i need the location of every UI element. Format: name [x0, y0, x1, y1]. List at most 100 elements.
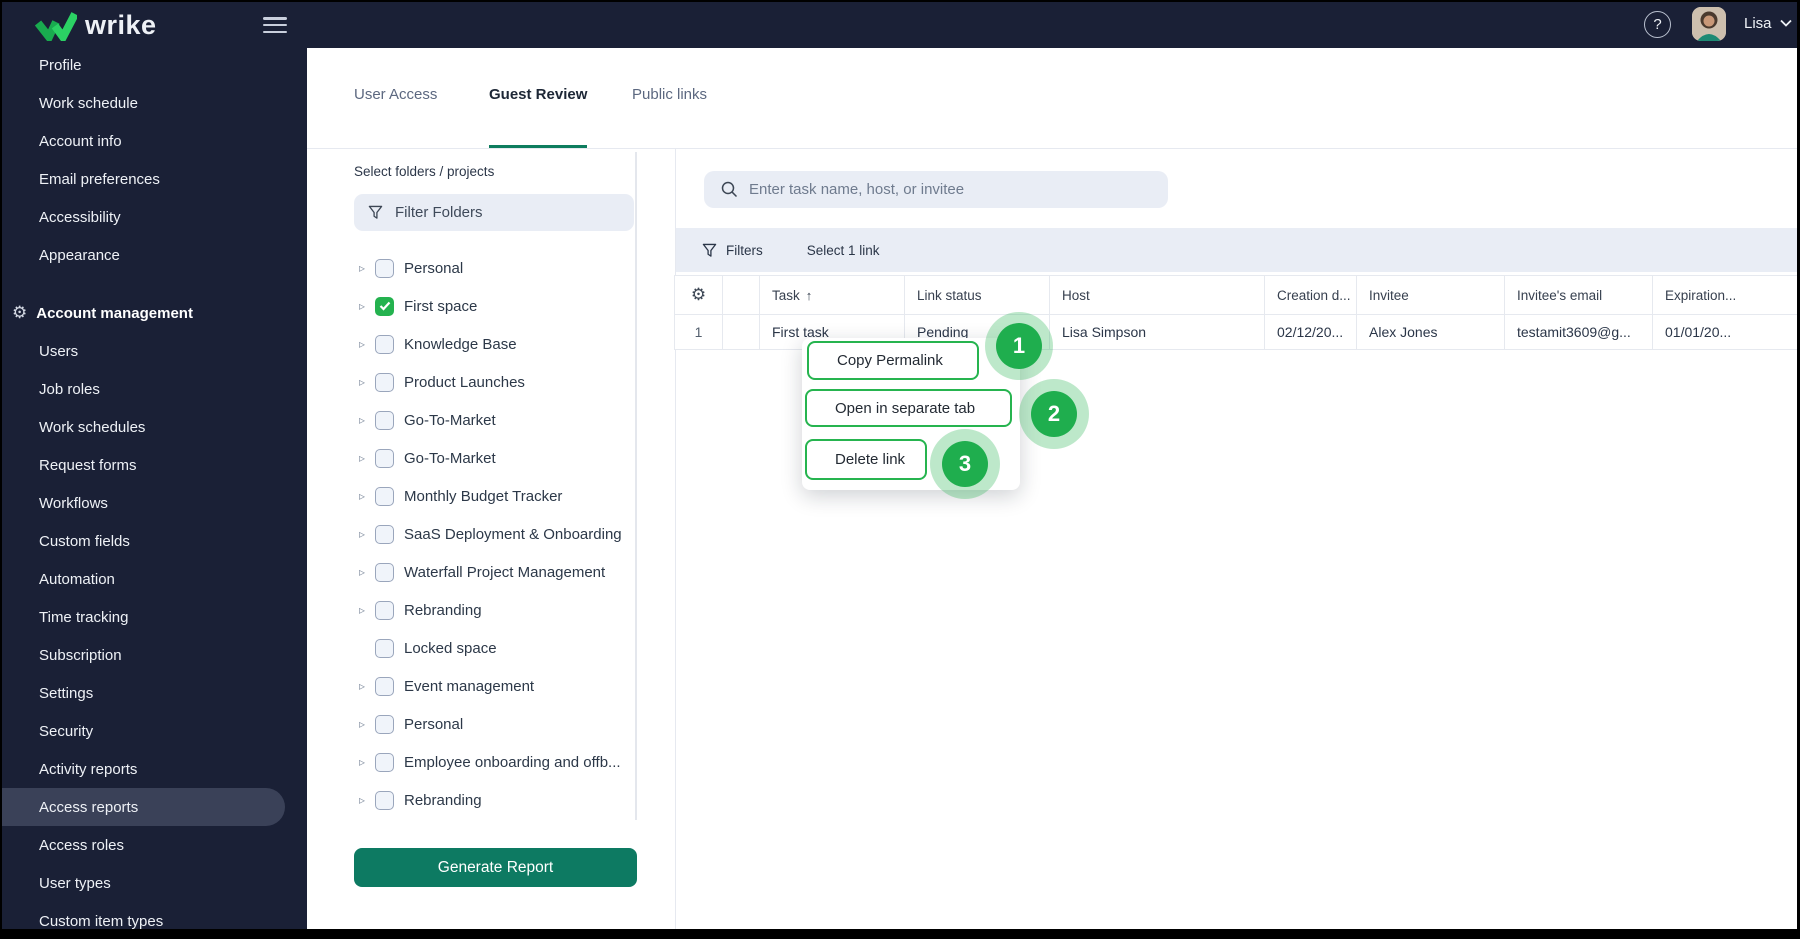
sidebar-item-custom-item-types[interactable]: Custom item types	[2, 902, 307, 930]
header-creation-date[interactable]: Creation d...	[1265, 275, 1357, 315]
tab-user-access[interactable]: User Access	[354, 86, 437, 148]
header-invitee-email[interactable]: Invitee's email	[1505, 275, 1653, 315]
caret-right-icon[interactable]: ▹	[359, 375, 375, 389]
caret-right-icon[interactable]: ▹	[359, 489, 375, 503]
sidebar-item-profile[interactable]: Profile	[2, 46, 307, 84]
sidebar-item-users[interactable]: Users	[2, 332, 307, 370]
tab-public-links[interactable]: Public links	[632, 86, 707, 148]
tree-item-event-management[interactable]: ▹ Event management	[307, 667, 637, 705]
header-expiration[interactable]: Expiration...	[1653, 275, 1797, 315]
checkbox[interactable]	[375, 752, 394, 772]
sidebar-item-request-forms[interactable]: Request forms	[2, 446, 307, 484]
tree-item-product-launches[interactable]: ▹ Product Launches	[307, 363, 637, 401]
tree-item-personal-2[interactable]: ▹ Personal	[307, 705, 637, 743]
caret-right-icon[interactable]: ▹	[359, 413, 375, 427]
checkbox[interactable]	[375, 562, 394, 582]
caret-right-icon[interactable]: ▹	[359, 451, 375, 465]
header-invitee[interactable]: Invitee	[1357, 275, 1505, 315]
wrike-logo[interactable]: wrike	[35, 10, 157, 41]
caret-right-icon[interactable]: ▹	[359, 337, 375, 351]
header-link-status[interactable]: Link status	[905, 275, 1050, 315]
tree-item-go-to-market-2[interactable]: ▹ Go-To-Market	[307, 439, 637, 477]
filters-bar: Filters Select 1 link	[676, 228, 1797, 272]
folder-tree: ▹ Personal ▹ First space ▹ Knowledge Bas…	[307, 249, 637, 819]
wrike-check-icon	[35, 11, 77, 41]
help-icon[interactable]: ?	[1644, 11, 1671, 38]
select-link-button[interactable]: Select 1 link	[807, 243, 880, 258]
chevron-down-icon[interactable]	[1780, 19, 1792, 27]
tree-item-saas-deployment[interactable]: ▹ SaaS Deployment & Onboarding	[307, 515, 637, 553]
tree-item-go-to-market[interactable]: ▹ Go-To-Market	[307, 401, 637, 439]
checkbox-checked[interactable]	[375, 296, 394, 316]
search-input[interactable]: Enter task name, host, or invitee	[704, 171, 1168, 208]
tab-bar: User Access Guest Review Public links	[307, 48, 1797, 149]
user-menu[interactable]: Lisa	[1744, 15, 1772, 32]
caret-right-icon[interactable]: ▹	[359, 679, 375, 693]
checkbox[interactable]	[375, 600, 394, 620]
checkbox[interactable]	[375, 638, 394, 658]
sidebar-item-account-info[interactable]: Account info	[2, 122, 307, 160]
tree-item-waterfall-project[interactable]: ▹ Waterfall Project Management	[307, 553, 637, 591]
cell-invitee: Alex Jones	[1357, 315, 1505, 350]
sort-asc-icon: ↑	[805, 287, 813, 303]
sidebar-item-time-tracking[interactable]: Time tracking	[2, 598, 307, 636]
checkbox[interactable]	[375, 334, 394, 354]
sidebar-item-custom-fields[interactable]: Custom fields	[2, 522, 307, 560]
tree-item-monthly-budget-tracker[interactable]: ▹ Monthly Budget Tracker	[307, 477, 637, 515]
tree-item-first-space[interactable]: ▹ First space	[307, 287, 637, 325]
checkbox[interactable]	[375, 676, 394, 696]
sidebar-item-access-roles[interactable]: Access roles	[2, 826, 307, 864]
tree-item-rebranding-2[interactable]: ▹ Rebranding	[307, 781, 637, 819]
caret-right-icon[interactable]: ▹	[359, 793, 375, 807]
sidebar-item-security[interactable]: Security	[2, 712, 307, 750]
caret-right-icon[interactable]: ▹	[359, 299, 375, 313]
sidebar-item-appearance[interactable]: Appearance	[2, 236, 307, 274]
caret-right-icon[interactable]: ▹	[359, 261, 375, 275]
tree-item-personal[interactable]: ▹ Personal	[307, 249, 637, 287]
tree-item-rebranding[interactable]: ▹ Rebranding	[307, 591, 637, 629]
sidebar-item-work-schedule[interactable]: Work schedule	[2, 84, 307, 122]
sidebar-item-activity-reports[interactable]: Activity reports	[2, 750, 307, 788]
menu-item-open-separate-tab[interactable]: Open in separate tab	[805, 389, 1012, 427]
settings-sidebar: Profile Work schedule Account info Email…	[2, 46, 307, 929]
checkbox[interactable]	[375, 714, 394, 734]
checkbox[interactable]	[375, 448, 394, 468]
filter-folders-input[interactable]: Filter Folders	[354, 194, 634, 231]
tree-item-locked-space[interactable]: ▹ Locked space	[307, 629, 637, 667]
tree-item-employee-onboarding[interactable]: ▹ Employee onboarding and offb...	[307, 743, 637, 781]
sidebar-item-job-roles[interactable]: Job roles	[2, 370, 307, 408]
checkbox[interactable]	[375, 372, 394, 392]
sidebar-item-email-preferences[interactable]: Email preferences	[2, 160, 307, 198]
column-settings-button[interactable]: ⚙	[674, 275, 723, 315]
header-host[interactable]: Host	[1050, 275, 1265, 315]
filters-button[interactable]: Filters	[702, 243, 763, 258]
caret-right-icon[interactable]: ▹	[359, 565, 375, 579]
user-avatar[interactable]	[1692, 7, 1726, 41]
checkbox[interactable]	[375, 410, 394, 430]
generate-report-button[interactable]: Generate Report	[354, 848, 637, 887]
caret-right-icon[interactable]: ▹	[359, 755, 375, 769]
filter-placeholder: Filter Folders	[395, 204, 483, 221]
sidebar-item-access-reports[interactable]: Access reports	[2, 788, 285, 826]
header-task[interactable]: Task ↑	[760, 275, 905, 315]
caret-right-icon[interactable]: ▹	[359, 717, 375, 731]
checkbox[interactable]	[375, 258, 394, 278]
row-select-cell[interactable]	[723, 315, 760, 350]
caret-right-icon[interactable]: ▹	[359, 603, 375, 617]
sidebar-item-settings[interactable]: Settings	[2, 674, 307, 712]
tree-item-knowledge-base[interactable]: ▹ Knowledge Base	[307, 325, 637, 363]
menu-item-copy-permalink[interactable]: Copy Permalink	[807, 341, 979, 380]
sidebar-item-user-types[interactable]: User types	[2, 864, 307, 902]
sidebar-item-work-schedules[interactable]: Work schedules	[2, 408, 307, 446]
tab-guest-review[interactable]: Guest Review	[489, 86, 588, 148]
checkbox[interactable]	[375, 486, 394, 506]
caret-right-icon[interactable]: ▹	[359, 527, 375, 541]
sidebar-item-workflows[interactable]: Workflows	[2, 484, 307, 522]
menu-item-delete-link[interactable]: Delete link	[805, 439, 927, 480]
menu-toggle-icon[interactable]	[263, 17, 287, 33]
checkbox[interactable]	[375, 790, 394, 810]
checkbox[interactable]	[375, 524, 394, 544]
sidebar-item-subscription[interactable]: Subscription	[2, 636, 307, 674]
sidebar-item-automation[interactable]: Automation	[2, 560, 307, 598]
sidebar-item-accessibility[interactable]: Accessibility	[2, 198, 307, 236]
